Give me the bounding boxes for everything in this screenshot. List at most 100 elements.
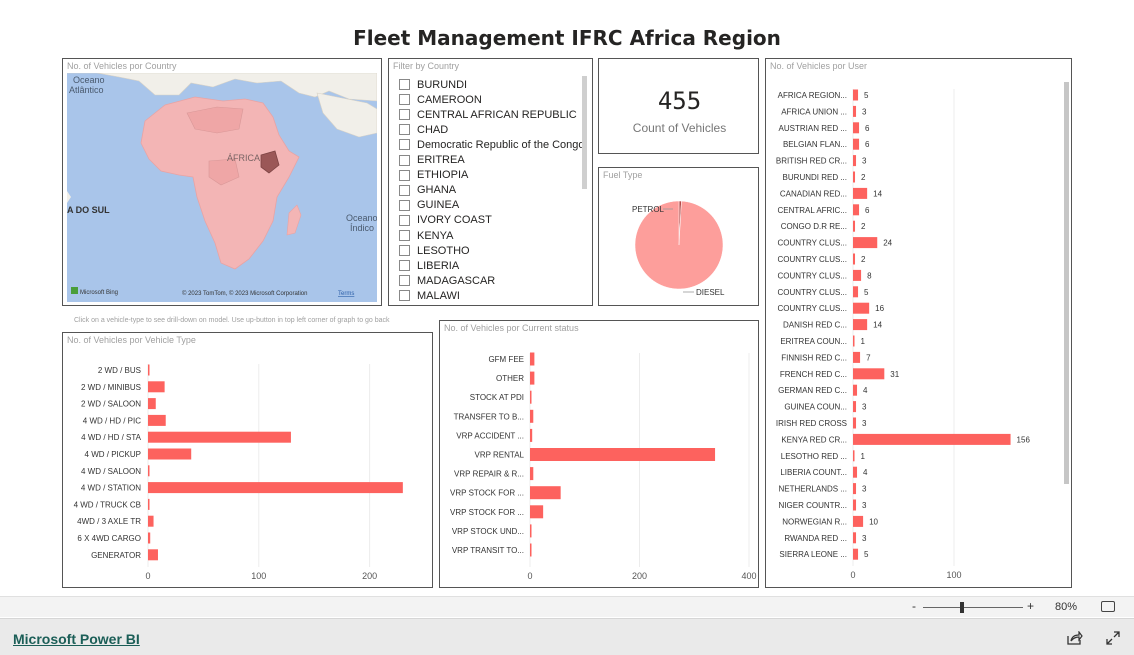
user-bar[interactable] [853,515,864,527]
status-category-label: VRP RENTAL [475,451,525,460]
filter-checkbox[interactable] [399,169,410,181]
filter-checkbox[interactable] [399,199,410,211]
status-bar[interactable] [530,371,535,385]
status-bar[interactable] [530,409,534,423]
filter-checkbox[interactable] [399,79,410,90]
zoom-in-button[interactable]: + [1027,599,1034,613]
zoom-out-button[interactable]: - [912,599,916,613]
fullscreen-icon[interactable] [1106,631,1120,645]
vehicle-type-bar[interactable] [148,398,156,410]
vehicle-type-bar[interactable] [148,532,151,544]
status-bar[interactable] [530,428,533,442]
filter-item[interactable]: CAMEROON [399,92,482,107]
user-bar[interactable] [853,122,860,134]
user-bar[interactable] [853,384,858,396]
status-bar[interactable] [530,524,532,538]
share-icon[interactable] [1067,631,1083,645]
vehicle-type-bar[interactable] [148,549,158,561]
filter-checkbox[interactable] [399,275,410,287]
status-category-label: GFM FEE [488,355,524,364]
user-bar[interactable] [853,433,1011,445]
filter-item[interactable]: ERITREA [399,153,465,168]
user-bar[interactable] [853,548,859,560]
user-bar[interactable] [853,335,855,347]
filter-checkbox[interactable] [399,94,410,106]
user-bar[interactable] [853,187,868,199]
user-bar[interactable] [853,286,859,298]
filter-checkbox[interactable] [399,139,410,151]
vehicle-type-bar[interactable] [148,381,165,393]
filter-item[interactable]: BURUNDI [399,77,467,92]
vehicle-type-bar[interactable] [148,414,166,426]
vehicle-type-bar[interactable] [148,482,403,494]
user-bar[interactable] [853,483,857,495]
filter-checkbox[interactable] [399,245,410,257]
status-bar[interactable] [530,467,534,481]
user-bar[interactable] [853,319,868,331]
filter-item[interactable]: LIBERIA [399,258,459,273]
filter-item[interactable]: MALAWI [399,288,460,303]
user-bar[interactable] [853,89,859,101]
user-bar[interactable] [853,450,855,462]
user-bar[interactable] [853,269,862,281]
map-terms-link[interactable]: Terms [338,291,354,297]
country-map-panel[interactable]: No. of Vehicles por Country Oceano Atlân… [62,58,382,306]
vehicle-type-bar[interactable] [148,465,150,477]
user-bar[interactable] [853,368,885,380]
filter-item[interactable]: CENTRAL AFRICAN REPUBLIC [399,107,577,122]
user-bar[interactable] [853,417,857,429]
vehicle-type-panel: No. of Vehicles por Vehicle Type 0 100 200… [62,332,433,588]
user-bar[interactable] [853,171,856,183]
zoom-slider-thumb[interactable] [959,602,964,613]
user-bar[interactable] [853,155,857,167]
user-bar[interactable] [853,401,857,413]
user-bar[interactable] [853,237,878,249]
vehicle-type-bar[interactable] [148,498,150,510]
filter-item[interactable]: ETHIOPIA [399,168,468,183]
pie-slice-diesel[interactable] [634,200,724,290]
fit-to-page-icon[interactable] [1101,601,1115,612]
filter-item[interactable]: KENYA [399,228,453,243]
user-bar[interactable] [853,466,858,478]
user-bar[interactable] [853,204,860,216]
status-bar[interactable] [530,486,561,500]
vehicle-type-bar[interactable] [148,448,192,460]
filter-item[interactable]: GUINEA [399,198,459,213]
status-bar[interactable] [530,543,532,557]
filter-item[interactable]: GHANA [399,183,456,198]
filter-item[interactable]: MADAGASCAR [399,273,495,288]
user-bar[interactable] [853,253,856,265]
user-bar[interactable] [853,138,860,150]
status-bar[interactable] [530,448,716,461]
status-bar[interactable] [530,390,532,404]
filter-item[interactable]: LESOTHO [399,243,470,258]
power-bi-link[interactable]: Microsoft Power BI [13,631,140,647]
user-scrollbar[interactable] [1064,82,1069,484]
user-bar[interactable] [853,220,856,232]
filter-scrollbar[interactable] [582,76,587,189]
vehicle-type-bar[interactable] [148,515,154,527]
user-bar[interactable] [853,532,857,544]
filter-checkbox[interactable] [399,260,410,272]
vehicle-type-bar[interactable] [148,431,291,443]
filter-checkbox[interactable] [399,154,410,166]
filter-checkbox[interactable] [399,184,410,196]
filter-item[interactable]: CHAD [399,122,448,137]
country-map[interactable]: Oceano Atlântico ÁFRICA A DO SUL Oceano … [67,73,377,302]
filter-checkbox[interactable] [399,124,410,136]
filter-checkbox[interactable] [399,214,410,226]
filter-checkbox[interactable] [399,230,410,241]
filter-item[interactable]: IVORY COAST [399,213,492,228]
filter-checkbox[interactable] [399,109,410,121]
user-data-label: 3 [862,501,867,510]
vehicle-type-bar[interactable] [148,364,150,376]
user-bar[interactable] [853,105,857,117]
user-bar[interactable] [853,302,870,314]
status-bar[interactable] [530,505,544,519]
filter-item[interactable]: Democratic Republic of the Congo [399,137,585,152]
zoom-slider-track[interactable] [923,607,1023,608]
user-bar[interactable] [853,499,857,511]
filter-checkbox[interactable] [399,290,410,302]
user-bar[interactable] [853,351,861,363]
status-bar[interactable] [530,352,535,366]
